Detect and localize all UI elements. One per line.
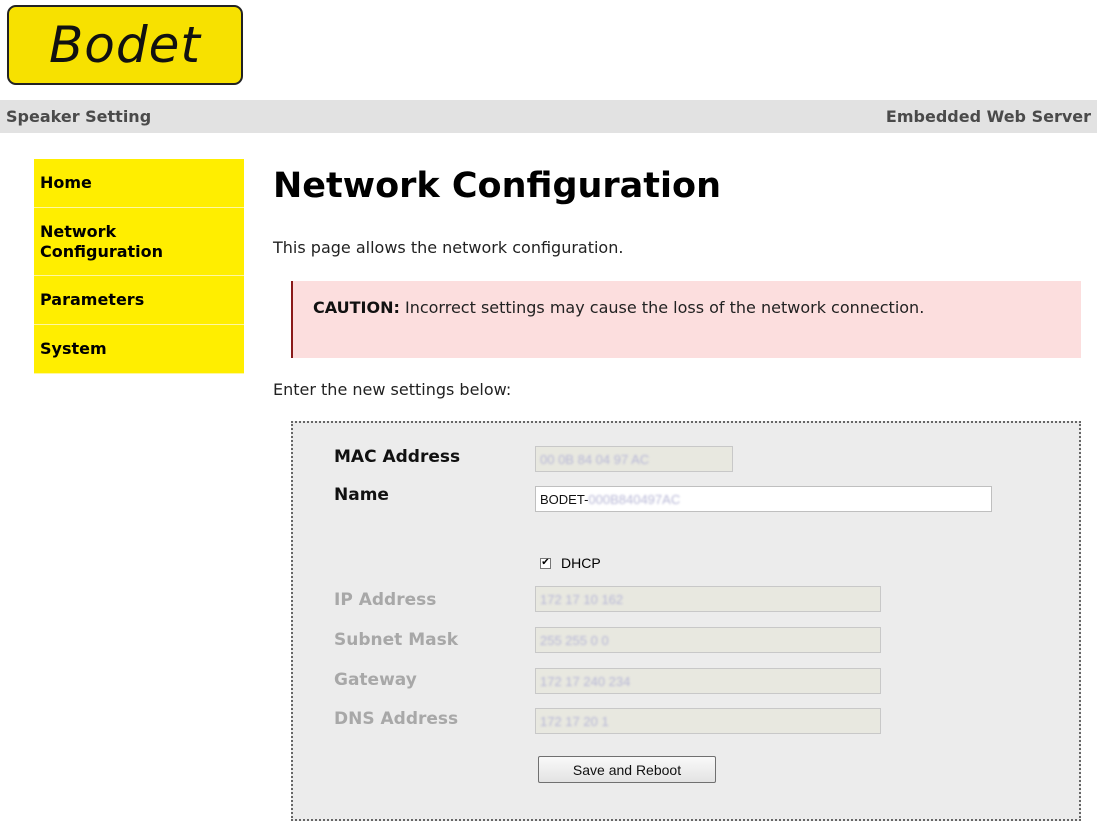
mac-address-label: MAC Address — [334, 447, 461, 467]
dhcp-row: ✔ DHCP — [540, 555, 601, 571]
name-suffix: 000B840497AC — [588, 492, 681, 507]
ip-address-field: 172 17 10 162 — [535, 586, 881, 612]
ip-address-label: IP Address — [334, 590, 437, 610]
dns-address-field: 172 17 20 1 — [535, 708, 881, 734]
subnet-mask-label: Subnet Mask — [334, 630, 459, 650]
mac-address-value: 00 0B 84 04 97 AC — [540, 452, 650, 467]
sidebar-item-home[interactable]: Home — [34, 159, 244, 208]
dns-address-value: 172 17 20 1 — [540, 714, 609, 729]
caution-box: CAUTION: Incorrect settings may cause th… — [291, 281, 1081, 358]
dhcp-label: DHCP — [561, 555, 601, 571]
sidebar: Home Network Configuration Parameters Sy… — [34, 159, 244, 374]
subnet-mask-value: 255 255 0 0 — [540, 633, 609, 648]
caution-text: Incorrect settings may cause the loss of… — [399, 298, 925, 317]
intro-text: This page allows the network configurati… — [273, 238, 624, 257]
main-content: Network Configuration — [273, 160, 1083, 212]
sidebar-item-parameters[interactable]: Parameters — [34, 276, 244, 325]
enter-settings-text: Enter the new settings below: — [273, 380, 512, 399]
gateway-value: 172 17 240 234 — [540, 674, 631, 689]
name-input[interactable]: BODET-000B840497AC — [535, 486, 992, 512]
page-title: Network Configuration — [273, 166, 721, 206]
name-prefix: BODET- — [540, 492, 589, 507]
sidebar-item-system[interactable]: System — [34, 325, 244, 374]
topbar-left-label: Speaker Setting — [6, 107, 152, 126]
logo-text: Bodet — [49, 16, 201, 74]
topbar-right-label: Embedded Web Server — [885, 107, 1091, 126]
save-and-reboot-button[interactable]: Save and Reboot — [538, 756, 716, 783]
top-bar: Speaker Setting Embedded Web Server — [0, 100, 1097, 133]
ip-address-value: 172 17 10 162 — [540, 592, 624, 607]
gateway-field: 172 17 240 234 — [535, 668, 881, 694]
caution-label: CAUTION: — [313, 298, 400, 317]
dns-address-label: DNS Address — [334, 709, 459, 729]
subnet-mask-field: 255 255 0 0 — [535, 627, 881, 653]
dhcp-checkbox[interactable]: ✔ — [540, 557, 551, 569]
sidebar-item-network-configuration[interactable]: Network Configuration — [34, 208, 244, 276]
name-label: Name — [334, 485, 389, 505]
bodet-logo: Bodet — [7, 5, 243, 85]
gateway-label: Gateway — [334, 670, 417, 690]
mac-address-field: 00 0B 84 04 97 AC — [535, 446, 733, 472]
